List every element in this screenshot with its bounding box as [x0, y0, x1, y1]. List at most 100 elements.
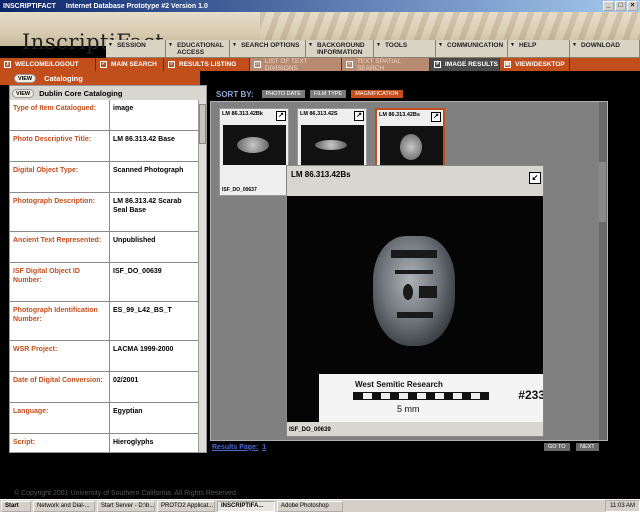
- dublin-core-bar: VIEW Dublin Core Cataloging: [10, 86, 206, 100]
- goto-button[interactable]: GO TO: [544, 443, 570, 451]
- metadata-key: Photo Descriptive Title:: [10, 131, 110, 161]
- main-navigation: ▼ SESSION ▼ EDUCATIONAL ACCESS ▼ SEARCH OPT…: [106, 40, 640, 58]
- sort-magnification-button[interactable]: MAGNIFICATION: [351, 90, 403, 98]
- metadata-value: Scanned Photograph: [113, 167, 184, 174]
- thumbnail-caption: LM 86.313.42Bs: [379, 112, 420, 118]
- start-button[interactable]: Start: [1, 500, 31, 512]
- metadata-value: Unpublished: [113, 237, 156, 244]
- scrollbar-thumb[interactable]: [199, 104, 206, 144]
- thumbnail-caption: LM 86.313.42Bk: [222, 111, 263, 117]
- scrollbar-thumb[interactable]: [599, 162, 606, 222]
- metadata-key: Digital Object Type:: [10, 162, 110, 192]
- results-scrollbar[interactable]: [599, 102, 607, 440]
- metadata-table: Type of Item Catalogued: image Photo Desc…: [10, 100, 198, 452]
- cataloging-title: Cataloging: [44, 73, 83, 83]
- seal-glyph: [397, 312, 433, 318]
- nav-session[interactable]: ▼ SESSION: [106, 40, 166, 58]
- next-button[interactable]: NEXT: [576, 443, 599, 451]
- metadata-row: Photograph Description: LM 86.313.42 Scar…: [10, 193, 198, 232]
- taskbar-item[interactable]: Network and Dial-...: [33, 500, 95, 512]
- metadata-key: Photograph Identification Number:: [10, 302, 110, 340]
- metadata-row: Digital Object Type: Scanned Photograph: [10, 162, 198, 193]
- metadata-key: Script:: [10, 434, 110, 452]
- subnav-main-search[interactable]: ✓ MAIN SEARCH: [96, 58, 164, 71]
- maximize-button[interactable]: □: [615, 1, 626, 11]
- metadata-value: ISF_DO_00639: [113, 268, 162, 275]
- metadata-value: image: [113, 105, 134, 112]
- thumbnail-image[interactable]: [301, 125, 364, 165]
- list-icon: ≡: [254, 61, 261, 68]
- subnav-results-listing[interactable]: ≡ RESULTS LISTING: [164, 58, 250, 71]
- metadata-key: Ancient Text Represented:: [10, 232, 110, 262]
- cataloging-panel: VIEW Dublin Core Cataloging Type of Item…: [9, 85, 207, 453]
- subnav-welcome-logout[interactable]: ⚷ WELCOME/LOGOUT: [0, 58, 96, 71]
- minimize-button[interactable]: _: [603, 1, 614, 11]
- image-thumbnail[interactable]: LM 86.313.42Bk ↗ ISF_DO_00637: [219, 108, 289, 196]
- sub-navigation: ⚷ WELCOME/LOGOUT ✓ MAIN SEARCH ≡ RESULTS LI…: [0, 58, 640, 72]
- expand-icon[interactable]: ↗: [276, 111, 286, 121]
- viewer-title: LM 86.313.42Bs: [291, 170, 351, 179]
- nav-download[interactable]: ▼ DOWNLOAD: [570, 40, 640, 58]
- nav-arrow-icon: ▼: [510, 42, 515, 48]
- results-page-label: Results Page:: [212, 443, 259, 451]
- taskbar-item[interactable]: Start Server - D:\b...: [97, 500, 155, 512]
- expand-icon[interactable]: ↗: [354, 111, 364, 121]
- cataloging-view-button[interactable]: VIEW: [14, 73, 37, 83]
- metadata-row: Date of Digital Conversion: 02/2001: [10, 372, 198, 403]
- taskbar-item[interactable]: PROTO2 Applicat...: [157, 500, 215, 512]
- metadata-row: Photograph Identification Number: ES_99_L…: [10, 302, 198, 341]
- expand-icon[interactable]: ↗: [431, 112, 441, 122]
- metadata-value: Hieroglyphs: [113, 439, 154, 446]
- sort-film-type-button[interactable]: FILM TYPE: [309, 90, 347, 98]
- metadata-row: WSR Project: LACMA 1999-2000: [10, 341, 198, 372]
- seal-glyph: [391, 250, 437, 258]
- thumbnail-image[interactable]: [380, 126, 443, 166]
- nav-communication[interactable]: ▼ COMMUNICATION: [436, 40, 508, 58]
- system-clock: 11:03 AM: [605, 500, 640, 512]
- taskbar-item[interactable]: Adobe Photoshop: [277, 500, 343, 512]
- subnav-image-results[interactable]: # IMAGE RESULTS: [430, 58, 500, 71]
- scarab-image: [315, 140, 347, 150]
- collapse-icon[interactable]: ↙: [529, 172, 541, 184]
- magnified-photo[interactable]: West Semitic Research 5 mm #233: [287, 196, 543, 422]
- subnav-view-desktop[interactable]: ▣ VIEW/DESKTOP: [500, 58, 570, 71]
- sort-photo-date-button[interactable]: PHOTO DATE: [261, 90, 305, 98]
- dublin-core-view-button[interactable]: VIEW: [12, 88, 35, 98]
- metadata-scrollbar[interactable]: [198, 100, 206, 452]
- nav-educational-access[interactable]: ▼ EDUCATIONAL ACCESS: [166, 40, 230, 58]
- subnav-filler: [570, 58, 640, 71]
- window-titlebar: INSCRIPTIFACT Internet Database Prototyp…: [0, 0, 640, 12]
- metadata-value: 02/2001: [113, 377, 139, 384]
- nav-arrow-icon: ▼: [308, 42, 313, 48]
- metadata-key: Date of Digital Conversion:: [10, 372, 110, 402]
- taskbar-item-active[interactable]: INSCRIPTIFA...: [217, 500, 275, 512]
- nav-search-options[interactable]: ▼ SEARCH OPTIONS: [230, 40, 306, 58]
- metadata-key: ISF Digital Object ID Number:: [10, 263, 110, 301]
- metadata-row: ISF Digital Object ID Number: ISF_DO_0063…: [10, 263, 198, 302]
- thumbnail-image[interactable]: [223, 125, 286, 165]
- close-window-button[interactable]: ×: [627, 1, 638, 11]
- nav-tools[interactable]: ▼ TOOLS: [374, 40, 436, 58]
- nav-background-information[interactable]: ▼ BACKGROUND INFORMATION: [306, 40, 374, 58]
- list-icon: ≡: [168, 61, 175, 68]
- seal-glyph: [419, 286, 437, 298]
- grid-icon: #: [434, 61, 441, 68]
- sort-bar: SORT BY: PHOTO DATE FILM TYPE MAGNIFICAT…: [210, 88, 608, 100]
- nav-arrow-icon: ▼: [572, 42, 577, 48]
- nav-arrow-icon: ▼: [108, 42, 113, 48]
- metadata-row: Ancient Text Represented: Unpublished: [10, 232, 198, 263]
- seal-glyph: [395, 270, 433, 274]
- results-page-number[interactable]: 1: [262, 444, 266, 451]
- checkbox-icon: ✓: [100, 61, 107, 68]
- metadata-row: Type of Item Catalogued: image: [10, 100, 198, 131]
- metadata-row: Script: Hieroglyphs: [10, 434, 198, 452]
- sort-label: SORT BY:: [216, 89, 254, 99]
- nav-help[interactable]: ▼ HELP: [508, 40, 570, 58]
- ruler-scale-bar: [353, 392, 489, 400]
- dublin-core-title: Dublin Core Cataloging: [39, 88, 123, 98]
- metadata-value: ES_99_L42_BS_T: [113, 307, 172, 314]
- ruler-label: West Semitic Research: [355, 380, 443, 389]
- scale-ruler: West Semitic Research 5 mm #233: [319, 374, 543, 422]
- nav-arrow-icon: ▼: [376, 42, 381, 48]
- key-icon: ⚷: [4, 61, 11, 68]
